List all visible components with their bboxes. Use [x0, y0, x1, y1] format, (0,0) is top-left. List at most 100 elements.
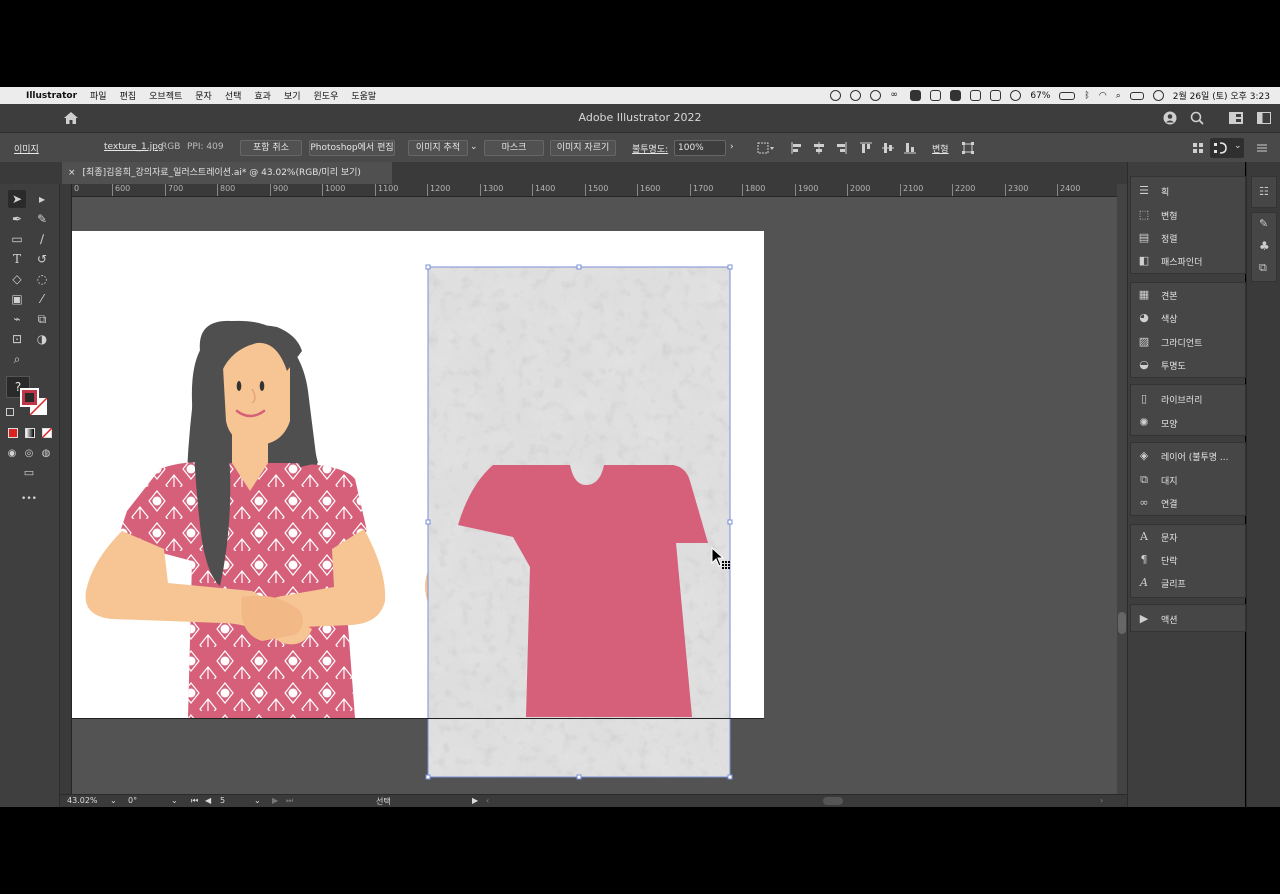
display-icon[interactable] [930, 90, 942, 101]
align-left-icon[interactable] [791, 142, 803, 154]
unembed-button[interactable]: 포함 취소 [240, 140, 302, 156]
menu-effect[interactable]: 효과 [254, 89, 271, 102]
control-bar-menu-icon[interactable] [1256, 142, 1268, 154]
screen-mode-icon[interactable]: ▭ [20, 464, 38, 482]
arrange-documents-icon[interactable] [1193, 143, 1203, 153]
align-to-selection-icon[interactable] [757, 142, 775, 154]
panel-appearance[interactable]: ✺ 모양 [1137, 413, 1177, 433]
paintbrush-tool-icon[interactable]: ∕ [33, 230, 51, 248]
menu-file[interactable]: 파일 [90, 89, 107, 102]
opacity-input[interactable]: 100% [674, 140, 726, 156]
artboard-number[interactable]: 5 [220, 796, 225, 805]
draw-normal-icon[interactable]: ◉ [3, 445, 21, 463]
first-artboard-icon[interactable]: ⏮ [191, 796, 198, 806]
gradient-tool-icon[interactable]: ▣ [8, 290, 26, 308]
image-trace-button[interactable]: 이미지 추적 [408, 140, 468, 156]
menu-edit[interactable]: 편집 [120, 89, 137, 102]
sync-icon[interactable] [850, 90, 862, 101]
edit-in-photoshop-button[interactable]: Photoshop에서 편집 [309, 140, 395, 156]
panel-actions[interactable]: ▶ 액션 [1137, 609, 1178, 629]
airplay-icon[interactable] [1010, 90, 1022, 101]
selection-bounding-box[interactable] [424, 263, 736, 783]
menu-view[interactable]: 보기 [284, 89, 301, 102]
blend-tool-icon[interactable]: ⌁ [8, 310, 26, 328]
workspace-switcher-icon[interactable] [1229, 112, 1243, 124]
edit-toolbar-icon[interactable]: ••• [20, 490, 38, 508]
vertical-scrollbar[interactable] [1117, 184, 1127, 794]
lasso-tool-icon[interactable]: ◌ [33, 270, 51, 288]
panel-links[interactable]: ∞ 연결 [1137, 493, 1177, 513]
panel-transform[interactable]: ⬚ 변형 [1137, 205, 1178, 225]
direct-selection-tool-icon[interactable]: ▸ [33, 190, 51, 208]
close-tab-icon[interactable]: × [68, 168, 76, 178]
previous-artboard-icon[interactable]: ◀ [205, 796, 211, 805]
linked-file-name[interactable]: texture_1.jpg [104, 142, 164, 152]
vertical-ruler[interactable] [60, 184, 72, 794]
scroll-right-icon[interactable]: › [1100, 796, 1103, 805]
opacity-expand-chevron-icon[interactable]: › [730, 142, 734, 152]
pen-tool-icon[interactable]: ✒ [8, 210, 26, 228]
panel-paragraph[interactable]: ¶ 단락 [1137, 550, 1178, 570]
align-horizontal-center-icon[interactable] [813, 142, 825, 154]
opacity-label[interactable]: 불투명도: [632, 142, 668, 155]
properties-panel-button[interactable]: ☷ [1251, 176, 1277, 208]
eraser-tool-icon[interactable]: ◇ [8, 270, 26, 288]
rectangle-tool-icon[interactable]: ▭ [8, 230, 26, 248]
panel-transparency[interactable]: ◒ 투명도 [1137, 355, 1186, 375]
slice-tool-icon[interactable]: ◑ [33, 330, 51, 348]
rotate-tool-icon[interactable]: ↺ [33, 250, 51, 268]
spotlight-icon[interactable]: ⌕ [1116, 91, 1121, 101]
last-artboard-icon[interactable]: ⏭ [286, 796, 293, 806]
trace-preset-chevron-icon[interactable]: ⌄ [470, 142, 478, 152]
panel-toggle-icon[interactable] [1257, 112, 1271, 124]
window-icon[interactable] [970, 90, 982, 101]
menu-window[interactable]: 윈도우 [314, 89, 339, 102]
wifi-icon[interactable]: ◠ [1099, 91, 1107, 101]
align-top-icon[interactable] [860, 142, 872, 154]
document-tab[interactable]: × [최종]김응희_강의자료_일러스트레이션.ai* @ 43.02%(RGB/미… [62, 162, 392, 184]
b-app-icon[interactable] [910, 90, 922, 101]
zoom-tool-icon[interactable]: ⌕ [8, 350, 26, 368]
canvas[interactable] [72, 197, 1117, 794]
menu-type[interactable]: 문자 [195, 89, 212, 102]
battery-icon[interactable] [1059, 91, 1076, 100]
panel-pathfinder[interactable]: ◧ 패스파인더 [1137, 251, 1203, 271]
glasses-icon[interactable]: ∞ [890, 90, 901, 101]
rotation-value[interactable]: 0° [128, 796, 137, 805]
status-menu-icon[interactable]: ▶ [472, 796, 478, 805]
default-colors-icon[interactable] [6, 408, 14, 416]
horizontal-scroll-thumb[interactable] [823, 797, 843, 805]
curvature-tool-icon[interactable]: ✎ [33, 210, 51, 228]
next-artboard-icon[interactable]: ▶ [272, 796, 278, 805]
bluetooth-icon[interactable]: ᛒ [1084, 91, 1089, 101]
fill-stroke-widget[interactable] [20, 388, 48, 416]
panel-align[interactable]: ▤ 정렬 [1137, 228, 1178, 248]
panel-color[interactable]: ◕ 색상 [1137, 308, 1177, 328]
eyedropper-tool-icon[interactable]: ⁄ [33, 290, 51, 308]
zoom-level[interactable]: 43.02% [67, 796, 98, 805]
align-right-icon[interactable] [835, 142, 847, 154]
selection-tool-icon[interactable]: ➤ [8, 190, 26, 208]
panel-swatches[interactable]: ▦ 견본 [1137, 285, 1178, 305]
align-vertical-center-icon[interactable] [882, 142, 894, 154]
symbol-sprayer-tool-icon[interactable]: ⧉ [33, 310, 51, 328]
panel-layers[interactable]: ◈ 레이어 (불투명 ... [1137, 446, 1229, 466]
panel-stroke[interactable]: ☰ 획 [1137, 181, 1169, 201]
crop-image-button[interactable]: 이미지 자르기 [550, 140, 616, 156]
e-app-icon[interactable] [950, 90, 962, 101]
menu-select[interactable]: 선택 [225, 89, 242, 102]
artboard-dropdown-chevron-icon[interactable]: ⌄ [254, 796, 261, 805]
brushes-icon[interactable]: ✎ [1259, 217, 1268, 230]
menu-app-name[interactable]: Illustrator [26, 91, 77, 101]
align-bottom-icon[interactable] [904, 142, 916, 154]
menu-help[interactable]: 도움말 [351, 89, 376, 102]
asset-export-icon[interactable]: ⧉ [1259, 261, 1267, 275]
artboard-tool-icon[interactable]: ⊡ [8, 330, 26, 348]
gradient-mode-icon[interactable] [25, 428, 35, 438]
transform-bounding-icon[interactable] [962, 142, 974, 154]
vertical-scroll-thumb[interactable] [1118, 612, 1126, 634]
rotation-dropdown-chevron-icon[interactable]: ⌄ [171, 796, 178, 805]
creative-cloud-icon[interactable] [830, 90, 842, 101]
siri-icon[interactable] [1152, 90, 1164, 101]
color-mode-icon[interactable] [8, 428, 18, 438]
